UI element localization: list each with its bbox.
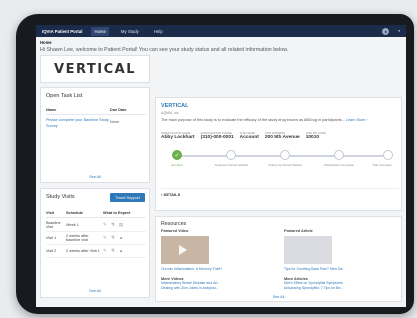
play-icon[interactable] <box>179 245 187 255</box>
step-follow-up-icon <box>280 150 290 160</box>
site-name: SITE NAME Account <box>240 131 259 140</box>
schedule-col: Schedule <box>66 211 83 215</box>
visit-schedule: 2 weeks after baseline visit <box>66 233 89 243</box>
table-row[interactable]: Visit 1 2 weeks after baseline visit ✎ ⚗ ▲ <box>46 232 146 245</box>
visit-schedule: 2 weeks after Visit 1 <box>66 248 100 253</box>
flask-icon[interactable]: ⚗ <box>111 248 115 254</box>
visit-name: Baseline Visit <box>46 220 61 230</box>
step-label: Trial Complete <box>372 163 392 167</box>
visit-col: Visit <box>46 211 54 215</box>
featured-video-label: Featured Video <box>161 229 189 233</box>
task-list-title: Open Task List <box>46 93 83 99</box>
task-due-date: None <box>110 120 120 124</box>
resources-title: Resources <box>161 221 187 227</box>
learn-more-link[interactable]: Learn More › <box>346 118 368 122</box>
table-row[interactable]: Baseline Visit Week 1 ✎ ⚗ ▤ <box>46 219 146 232</box>
expect-icons[interactable]: ✎ ⚗ ▲ <box>103 235 146 241</box>
article-column: Featured Article Tips for Soothing Back … <box>284 229 392 291</box>
welcome-message: Hi Shawn Lee, welcome to Patient Portal!… <box>40 47 289 53</box>
visit-name: Visit 1 <box>46 235 57 240</box>
visit-schedule: Week 1 <box>66 222 79 227</box>
info-value: (310)-000-0001 <box>200 135 234 140</box>
video-link[interactable]: Dealing with Zion Joints in Ankylosi... <box>161 286 269 291</box>
table-row[interactable]: Visit 2 2 weeks after Visit 1 ✎ ⚗ ▲ <box>46 245 146 258</box>
video-column: Featured Video Chronic Inflammation: A M… <box>161 229 269 291</box>
expect-icons[interactable]: ✎ ⚗ ▤ <box>103 222 146 228</box>
step-participation-icon <box>334 150 344 160</box>
article-link[interactable]: Ankylosing Spondylitis: 7 Tips for Be... <box>284 286 392 291</box>
site-address: SITE ADDRESS 200 5th Avenue <box>265 131 300 140</box>
investigator-phone: INVESTIGATOR PHONE (310)-000-0001 <box>201 131 234 140</box>
warning-icon[interactable]: ▲ <box>119 248 123 254</box>
flask-icon[interactable]: ⚗ <box>111 235 115 241</box>
visits-see-all-link[interactable]: See All <box>41 289 149 293</box>
syringe-icon[interactable]: ✎ <box>103 222 107 228</box>
study-progress-tracker: ✓ Enrolled Treatment Period Started Foll… <box>164 148 396 178</box>
featured-video-link[interactable]: Chronic Inflammation: A Memory Thief? <box>161 267 269 271</box>
visits-table-header: Visit Schedule What to Expect <box>46 211 146 218</box>
portal-logo[interactable]: IQVIA Patient Portal <box>42 29 82 34</box>
featured-video-thumbnail[interactable] <box>161 236 209 264</box>
syringe-icon[interactable]: ✎ <box>103 248 107 254</box>
breadcrumb[interactable]: Home <box>40 40 52 45</box>
document-icon[interactable]: ▤ <box>119 222 123 228</box>
progress-line <box>177 155 231 157</box>
travel-support-button[interactable]: Travel Support <box>110 193 145 202</box>
details-toggle[interactable]: › DETAILS <box>161 188 399 197</box>
step-trial-icon <box>383 150 393 160</box>
task-link[interactable]: Please complete your Baseline Study Surv… <box>46 117 110 129</box>
open-task-list-card: Open Task List Name Due Date Please comp… <box>40 87 150 183</box>
step-label: Participation Complete <box>323 163 355 167</box>
nav-help[interactable]: Help <box>151 27 166 36</box>
study-name: VERTICAL <box>161 103 189 109</box>
study-contact-info: INVESTIGATOR NAME Abby Lockhart INVESTIGA… <box>161 131 399 140</box>
person-icon[interactable]: ● <box>382 27 390 35</box>
step-enrolled-check-icon: ✓ <box>172 150 182 160</box>
info-value: Abby Lockhart <box>161 135 195 140</box>
syringe-icon[interactable]: ✎ <box>103 235 107 241</box>
visit-name: Visit 2 <box>46 248 57 253</box>
task-col-due: Due Date <box>110 108 127 112</box>
investigator-name: INVESTIGATOR NAME Abby Lockhart <box>161 131 195 140</box>
visits-title: Study Visits <box>46 194 75 200</box>
study-description-text: The main purpose of this study is to eva… <box>161 118 345 122</box>
nav-home[interactable]: Home <box>91 26 109 36</box>
sponsor-logo: VERTICAL <box>54 61 136 77</box>
study-info-card: VERTICAL AQMM, Inc. The main purpose of … <box>155 97 402 211</box>
flask-icon[interactable]: ⚗ <box>111 222 115 228</box>
warning-icon[interactable]: ▲ <box>119 235 123 241</box>
step-label: Enrolled <box>171 163 183 167</box>
tasks-see-all-link[interactable]: See All <box>41 175 149 179</box>
study-description: The main purpose of this study is to eva… <box>161 118 368 122</box>
resources-card: Resources Featured Video Chronic Inflamm… <box>155 216 402 302</box>
progress-line <box>231 155 383 157</box>
nav-my-study[interactable]: My Study <box>118 27 142 36</box>
sponsor-logo-card: VERTICAL <box>40 55 150 83</box>
info-value: 10010 <box>305 135 320 140</box>
featured-article-link[interactable]: Tips for Soothing Back Pain? New Da... <box>284 267 392 271</box>
task-table-header: Name Due Date <box>46 108 146 115</box>
featured-article-thumbnail[interactable] <box>284 236 332 264</box>
expect-col: What to Expect <box>103 211 131 215</box>
app-screen: IQVIA Patient Portal Home My Study Help … <box>36 25 406 307</box>
step-label: Treatment Period Started <box>214 163 248 167</box>
task-col-name: Name <box>46 108 57 112</box>
table-row[interactable]: Please complete your Baseline Study Surv… <box>46 117 146 129</box>
step-treatment-icon <box>226 150 236 160</box>
chevron-down-icon[interactable]: ▾ <box>398 29 400 33</box>
top-navigation-bar: IQVIA Patient Portal Home My Study Help … <box>36 25 406 37</box>
study-visits-card: Study Visits Travel Support Visit Schedu… <box>40 188 150 298</box>
featured-article-label: Featured Article <box>284 229 313 233</box>
info-value: Account <box>239 135 259 140</box>
expect-icons[interactable]: ✎ ⚗ ▲ <box>103 248 146 254</box>
site-zip: SITE ZIP CODE 10010 <box>306 131 326 140</box>
study-sponsor: AQMM, Inc. <box>161 111 180 115</box>
resources-see-all-link[interactable]: See All <box>156 295 401 299</box>
info-value: 200 5th Avenue <box>264 135 300 140</box>
step-label: Follow-Up Period Started <box>268 163 302 167</box>
